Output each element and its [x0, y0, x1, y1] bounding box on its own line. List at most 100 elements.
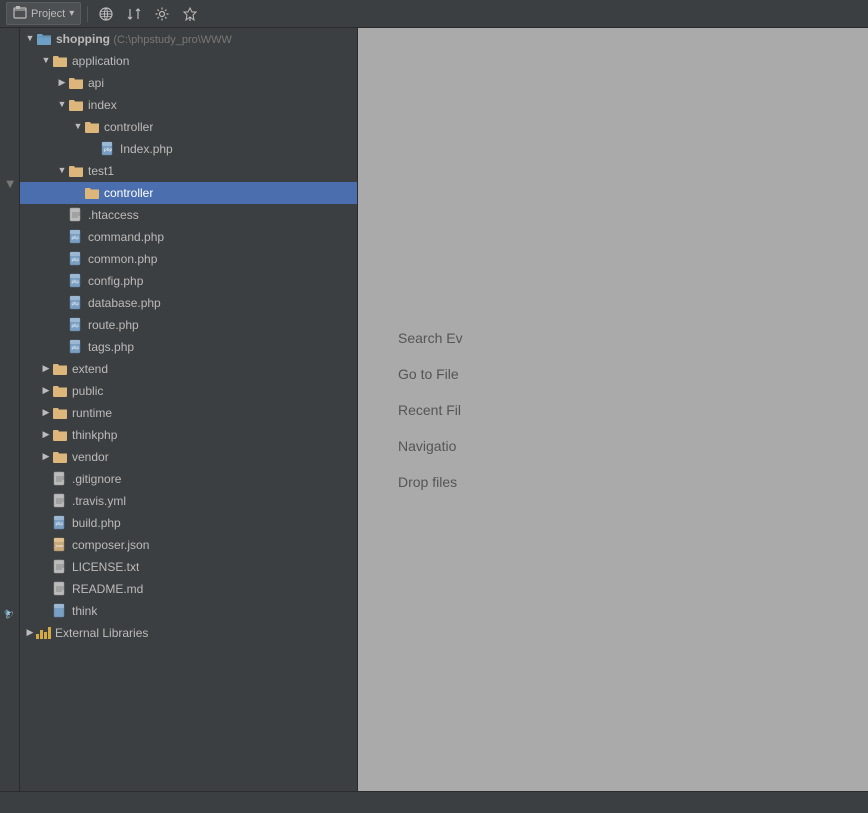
tree-item-composer-json[interactable]: json composer.json	[20, 534, 357, 556]
tree-item-license-txt[interactable]: LICENSE.txt	[20, 556, 357, 578]
gitignore-arrow	[40, 473, 52, 485]
tree-item-command-php[interactable]: php command.php	[20, 226, 357, 248]
shortcut-search-everywhere: Search Ev	[398, 330, 463, 346]
api-label: api	[88, 76, 104, 90]
tree-item-index-php[interactable]: php Index.php	[20, 138, 357, 160]
runtime-folder-icon	[52, 406, 68, 420]
tree-item-think[interactable]: think	[20, 600, 357, 622]
gear-button[interactable]	[150, 4, 174, 24]
tree-item-api[interactable]: api	[20, 72, 357, 94]
tree-item-htaccess[interactable]: .htaccess	[20, 204, 357, 226]
readme-md-label: README.md	[72, 582, 143, 596]
external-libraries-label: External Libraries	[55, 626, 148, 640]
tree-item-runtime[interactable]: runtime	[20, 402, 357, 424]
route-php-label: route.php	[88, 318, 139, 332]
project-panel-label[interactable]: Project ▾	[6, 2, 81, 25]
dropdown-arrow-icon: ▾	[69, 8, 74, 19]
tree-item-gitignore[interactable]: .gitignore	[20, 468, 357, 490]
controller-test1-arrow	[72, 187, 84, 199]
application-arrow	[40, 55, 52, 67]
tree-item-test1[interactable]: test1	[20, 160, 357, 182]
index-folder-icon	[68, 98, 84, 112]
svg-text:php: php	[104, 147, 112, 153]
public-label: public	[72, 384, 103, 398]
tree-item-external-libraries[interactable]: External Libraries	[20, 622, 357, 644]
extend-label: extend	[72, 362, 108, 376]
index-php-icon: php	[100, 141, 116, 157]
tree-item-application[interactable]: application	[20, 50, 357, 72]
tags-php-icon: php	[68, 339, 84, 355]
travis-yml-icon	[52, 493, 68, 509]
license-txt-label: LICENSE.txt	[72, 560, 139, 574]
tree-item-tags-php[interactable]: php tags.php	[20, 336, 357, 358]
sort-button[interactable]	[122, 4, 146, 24]
navigation-label: Navigatio	[398, 438, 456, 454]
travis-yml-label: .travis.yml	[72, 494, 126, 508]
controller-index-arrow	[72, 121, 84, 133]
tree-item-database-php[interactable]: php database.php	[20, 292, 357, 314]
globe-button[interactable]	[94, 4, 118, 24]
external-libraries-icon	[36, 627, 51, 639]
tree-item-route-php[interactable]: php route.php	[20, 314, 357, 336]
tree-item-controller-test1[interactable]: controller	[20, 182, 357, 204]
common-php-arrow	[56, 253, 68, 265]
api-arrow	[56, 77, 68, 89]
public-arrow	[40, 385, 52, 397]
shortcut-drop-files: Drop files	[398, 474, 457, 490]
think-label: think	[72, 604, 97, 618]
tree-item-extend[interactable]: extend	[20, 358, 357, 380]
shortcut-navigation: Navigatio	[398, 438, 456, 454]
tree-item-common-php[interactable]: php common.php	[20, 248, 357, 270]
api-folder-icon	[68, 76, 84, 90]
gitignore-icon	[52, 471, 68, 487]
config-php-icon: php	[68, 273, 84, 289]
controller-index-folder-icon	[84, 120, 100, 134]
tree-item-public[interactable]: public	[20, 380, 357, 402]
index-arrow	[56, 99, 68, 111]
thinkphp-folder-icon	[52, 428, 68, 442]
vendor-folder-icon	[52, 450, 68, 464]
index-php-label: Index.php	[120, 142, 173, 156]
database-php-label: database.php	[88, 296, 161, 310]
command-php-label: command.php	[88, 230, 164, 244]
command-php-arrow	[56, 231, 68, 243]
tree-item-vendor[interactable]: vendor	[20, 446, 357, 468]
search-everywhere-label: Search Ev	[398, 330, 463, 346]
gitignore-label: .gitignore	[72, 472, 121, 486]
common-php-label: common.php	[88, 252, 157, 266]
index-php-arrow	[88, 143, 100, 155]
htaccess-label: .htaccess	[88, 208, 139, 222]
think-icon	[52, 603, 68, 619]
tree-root[interactable]: shopping (C:\phpstudy_pro\WWW	[20, 28, 357, 50]
tree-item-thinkphp[interactable]: thinkphp	[20, 424, 357, 446]
svg-text:php: php	[72, 345, 80, 350]
shortcut-goto-file: Go to File	[398, 366, 459, 382]
project-tree: shopping (C:\phpstudy_pro\WWW applicatio…	[20, 28, 358, 791]
tree-item-travis-yml[interactable]: .travis.yml	[20, 490, 357, 512]
tree-item-index[interactable]: index	[20, 94, 357, 116]
vendor-arrow	[40, 451, 52, 463]
svg-text:php: php	[72, 257, 80, 262]
root-label: shopping (C:\phpstudy_pro\WWW	[56, 32, 232, 46]
pin-button[interactable]	[178, 4, 202, 24]
svg-text:php: php	[72, 279, 80, 284]
tree-item-controller-index[interactable]: controller	[20, 116, 357, 138]
composer-json-label: composer.json	[72, 538, 149, 552]
tree-item-readme-md[interactable]: README.md	[20, 578, 357, 600]
database-php-arrow	[56, 297, 68, 309]
index-label: index	[88, 98, 117, 112]
runtime-label: runtime	[72, 406, 112, 420]
tree-item-config-php[interactable]: php config.php	[20, 270, 357, 292]
build-php-icon: php	[52, 515, 68, 531]
audio-icon: 🔈	[4, 609, 15, 621]
travis-yml-arrow	[40, 495, 52, 507]
application-label: application	[72, 54, 129, 68]
think-arrow	[40, 605, 52, 617]
tags-php-arrow	[56, 341, 68, 353]
extend-arrow	[40, 363, 52, 375]
build-php-arrow	[40, 517, 52, 529]
thinkphp-label: thinkphp	[72, 428, 117, 442]
tree-item-build-php[interactable]: php build.php	[20, 512, 357, 534]
htaccess-icon	[68, 207, 84, 223]
route-php-icon: php	[68, 317, 84, 333]
